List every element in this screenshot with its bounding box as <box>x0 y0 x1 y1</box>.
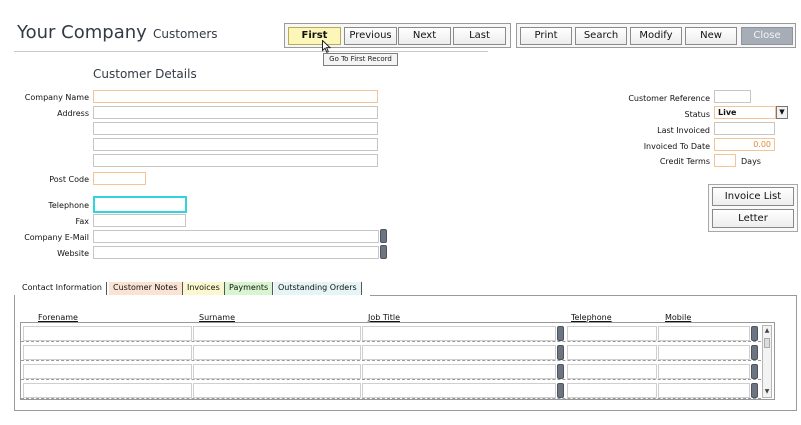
column-header-job-title[interactable]: Job Title <box>368 313 400 322</box>
table-row[interactable] <box>21 382 761 399</box>
tab-contact-information[interactable]: Contact Information <box>18 282 107 295</box>
company-name-field[interactable] <box>93 90 378 103</box>
forename-cell[interactable] <box>23 345 192 360</box>
record-navigation-toolbar: First Previous Next Last <box>284 23 511 48</box>
post-code-field[interactable] <box>93 172 146 185</box>
job-title-scroll-handle[interactable] <box>557 326 564 341</box>
surname-cell[interactable] <box>193 383 361 398</box>
header-divider <box>14 51 488 52</box>
telephone-cell[interactable] <box>567 345 657 360</box>
mobile-cell[interactable] <box>658 383 750 398</box>
column-header-forename[interactable]: Forename <box>38 313 78 322</box>
customer-reference-label: Customer Reference <box>628 94 710 103</box>
arrow-down-icon[interactable]: ▼ <box>763 387 771 397</box>
table-scrollbar[interactable]: ▲ ▼ <box>762 325 772 398</box>
tab-outstanding-orders[interactable]: Outstanding Orders <box>274 282 362 295</box>
credit-terms-field[interactable] <box>714 154 736 167</box>
last-record-button[interactable]: Last <box>453 27 506 45</box>
job-title-cell[interactable] <box>362 326 556 341</box>
job-title-scroll-handle[interactable] <box>557 364 564 379</box>
letter-button[interactable]: Letter <box>712 209 794 228</box>
invoiced-to-date-label: Invoiced To Date <box>643 142 710 151</box>
record-actions-toolbar: Print Search Modify New Close <box>516 23 796 48</box>
address-label: Address <box>57 109 89 118</box>
module-title: Customers <box>153 27 218 41</box>
telephone-cell[interactable] <box>567 364 657 379</box>
address-line-3-field[interactable] <box>93 138 378 151</box>
print-button[interactable]: Print <box>520 27 572 45</box>
mobile-cell[interactable] <box>658 345 750 360</box>
table-row[interactable] <box>21 344 761 361</box>
modify-button[interactable]: Modify <box>630 27 682 45</box>
first-record-button[interactable]: First <box>288 27 341 45</box>
status-select[interactable]: Live <box>714 106 776 119</box>
credit-terms-unit: Days <box>741 157 761 166</box>
chevron-down-icon[interactable]: ▼ <box>776 106 788 119</box>
mobile-scroll-handle[interactable] <box>751 383 758 398</box>
last-invoiced-label: Last Invoiced <box>657 126 710 135</box>
post-code-label: Post Code <box>49 175 89 184</box>
invoice-list-button[interactable]: Invoice List <box>712 187 794 206</box>
table-row[interactable] <box>21 325 761 342</box>
telephone-cell[interactable] <box>567 326 657 341</box>
website-label: Website <box>57 249 89 258</box>
surname-cell[interactable] <box>193 326 361 341</box>
address-line-2-field[interactable] <box>93 122 378 135</box>
credit-terms-label: Credit Terms <box>659 157 710 166</box>
mobile-scroll-handle[interactable] <box>751 364 758 379</box>
company-name-label: Company Name <box>24 93 89 102</box>
customer-reference-field[interactable] <box>714 90 751 103</box>
mobile-scroll-handle[interactable] <box>751 326 758 341</box>
mobile-cell[interactable] <box>658 364 750 379</box>
address-line-1-field[interactable] <box>93 106 378 119</box>
surname-cell[interactable] <box>193 345 361 360</box>
job-title-scroll-handle[interactable] <box>557 345 564 360</box>
job-title-cell[interactable] <box>362 383 556 398</box>
contacts-table: ▲ ▼ <box>20 322 775 400</box>
tab-payments[interactable]: Payments <box>225 282 274 295</box>
surname-cell[interactable] <box>193 364 361 379</box>
job-title-cell[interactable] <box>362 364 556 379</box>
scrollbar-thumb[interactable] <box>764 338 770 348</box>
column-header-telephone[interactable]: Telephone <box>571 313 612 322</box>
tab-invoices[interactable]: Invoices <box>183 282 225 295</box>
mobile-scroll-handle[interactable] <box>751 345 758 360</box>
app-title: Your Company <box>17 22 147 43</box>
forename-cell[interactable] <box>23 383 192 398</box>
last-invoiced-field[interactable] <box>714 122 775 135</box>
fax-field[interactable] <box>93 214 186 227</box>
status-label: Status <box>684 110 711 119</box>
new-button[interactable]: New <box>685 27 737 45</box>
website-scroll-handle[interactable] <box>380 245 387 259</box>
telephone-field[interactable] <box>93 196 187 213</box>
tooltip: Go To First Record <box>323 53 398 66</box>
search-button[interactable]: Search <box>575 27 627 45</box>
column-header-surname[interactable]: Surname <box>199 313 235 322</box>
address-line-4-field[interactable] <box>93 154 378 167</box>
mobile-cell[interactable] <box>658 326 750 341</box>
telephone-cell[interactable] <box>567 383 657 398</box>
fax-label: Fax <box>75 217 89 226</box>
email-field[interactable] <box>93 230 379 243</box>
email-scroll-handle[interactable] <box>380 229 387 243</box>
email-label: Company E-Mail <box>24 233 89 242</box>
previous-record-button[interactable]: Previous <box>344 27 397 45</box>
job-title-scroll-handle[interactable] <box>557 383 564 398</box>
next-record-button[interactable]: Next <box>398 27 451 45</box>
close-button[interactable]: Close <box>741 27 793 45</box>
invoiced-to-date-field[interactable]: 0.00 <box>714 138 775 151</box>
telephone-label: Telephone <box>48 201 89 210</box>
arrow-up-icon[interactable]: ▲ <box>763 326 771 336</box>
tab-panel-top-border <box>370 295 797 296</box>
section-title: Customer Details <box>93 67 197 81</box>
website-field[interactable] <box>93 246 379 259</box>
tab-customer-notes[interactable]: Customer Notes <box>109 282 183 295</box>
column-header-mobile[interactable]: Mobile <box>665 313 691 322</box>
forename-cell[interactable] <box>23 326 192 341</box>
job-title-cell[interactable] <box>362 345 556 360</box>
table-row[interactable] <box>21 363 761 380</box>
forename-cell[interactable] <box>23 364 192 379</box>
